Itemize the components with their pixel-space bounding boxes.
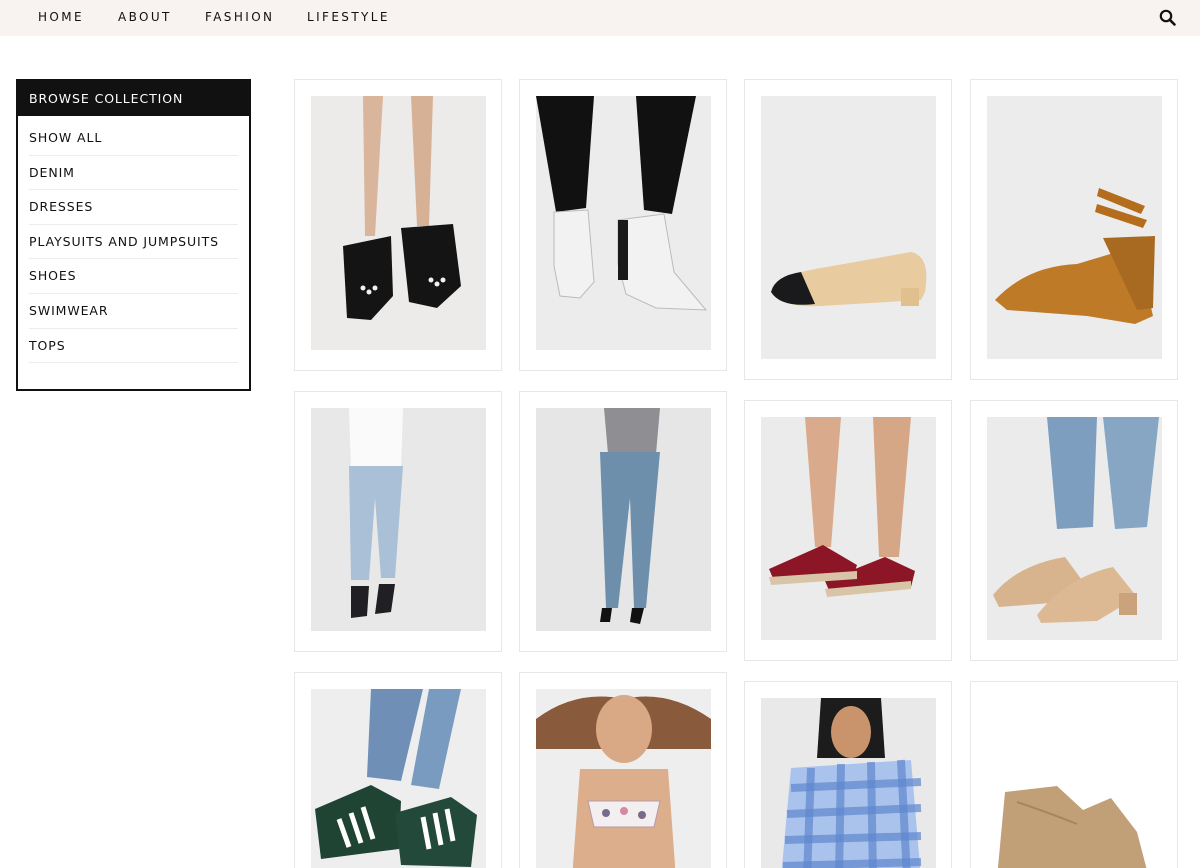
product-card[interactable] bbox=[294, 672, 502, 868]
product-image-gingham-top[interactable] bbox=[761, 698, 936, 868]
product-image-heels[interactable] bbox=[311, 96, 486, 350]
nav-home-link[interactable]: HOME bbox=[38, 0, 84, 36]
browse-collection-title: BROWSE COLLECTION bbox=[18, 81, 249, 116]
product-card[interactable] bbox=[970, 79, 1178, 380]
product-image-skinny-jeans[interactable] bbox=[536, 408, 711, 631]
product-card[interactable] bbox=[519, 391, 727, 652]
category-tops[interactable]: TOPS bbox=[29, 329, 238, 364]
product-card[interactable] bbox=[519, 79, 727, 371]
browse-collection-panel: BROWSE COLLECTION SHOW ALL DENIM DRESSES… bbox=[16, 79, 251, 391]
category-swimwear[interactable]: SWIMWEAR bbox=[29, 294, 238, 329]
product-image-espadrilles[interactable] bbox=[761, 417, 936, 640]
product-image-cap-toe-flats[interactable] bbox=[761, 96, 936, 359]
product-card[interactable] bbox=[519, 672, 727, 868]
product-image-mom-jeans[interactable] bbox=[311, 408, 486, 631]
product-card[interactable] bbox=[744, 79, 952, 380]
top-navigation: HOME ABOUT FASHION LIFESTYLE bbox=[0, 0, 1200, 36]
product-card[interactable] bbox=[970, 400, 1178, 661]
search-icon[interactable] bbox=[1158, 8, 1178, 28]
nav-about-link[interactable]: ABOUT bbox=[118, 0, 172, 36]
product-image-wedge-sandals[interactable] bbox=[987, 96, 1162, 359]
product-card[interactable] bbox=[294, 79, 502, 371]
product-image-bikini[interactable] bbox=[536, 689, 711, 868]
category-show-all[interactable]: SHOW ALL bbox=[29, 121, 238, 156]
category-playsuits-and-jumpsuits[interactable]: PLAYSUITS AND JUMPSUITS bbox=[29, 225, 238, 260]
product-image-gold-mules[interactable] bbox=[987, 417, 1162, 640]
product-card[interactable] bbox=[744, 400, 952, 661]
category-shoes[interactable]: SHOES bbox=[29, 259, 238, 294]
category-dresses[interactable]: DRESSES bbox=[29, 190, 238, 225]
product-image-white-boots[interactable] bbox=[536, 96, 711, 350]
category-list: SHOW ALL DENIM DRESSES PLAYSUITS AND JUM… bbox=[18, 116, 249, 364]
product-image-sneakers[interactable] bbox=[311, 689, 486, 868]
product-card[interactable] bbox=[744, 681, 952, 868]
category-denim[interactable]: DENIM bbox=[29, 156, 238, 191]
product-card[interactable] bbox=[970, 681, 1178, 868]
nav-fashion-link[interactable]: FASHION bbox=[205, 0, 274, 36]
product-card[interactable] bbox=[294, 391, 502, 652]
product-image-western-boots[interactable] bbox=[987, 698, 1162, 868]
nav-lifestyle-link[interactable]: LIFESTYLE bbox=[307, 0, 390, 36]
